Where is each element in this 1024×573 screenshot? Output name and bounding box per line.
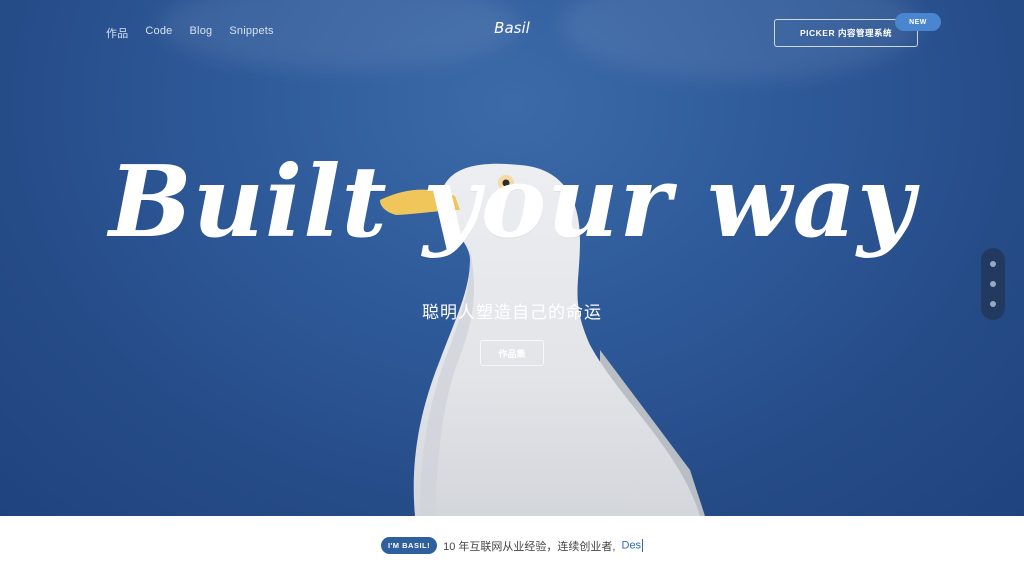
- section-dot-2[interactable]: [990, 281, 996, 287]
- basil-badge: I'M BASIL!: [380, 537, 438, 554]
- hero-headline: Built your way: [108, 145, 916, 260]
- hero-section: 作品 Code Blog Snippets Basil PICKER 内容管理系…: [0, 0, 1024, 516]
- typing-value: Des: [621, 539, 642, 552]
- section-dot-3[interactable]: [990, 301, 996, 307]
- intro-line: I'M BASIL! 10 年互联网从业经验，连续创业者, Des: [0, 537, 1024, 554]
- intro-text: 10 年互联网从业经验，连续创业者,: [443, 540, 616, 553]
- new-badge: NEW: [895, 13, 941, 31]
- portfolio-button[interactable]: 作品集: [480, 340, 544, 366]
- section-dot-1[interactable]: [990, 261, 996, 267]
- hero-subtitle: 聪明人塑造自己的命运: [422, 303, 602, 322]
- text-cursor: [642, 539, 644, 552]
- intro-bar: I'M BASIL! 10 年互联网从业经验，连续创业者, Des: [0, 516, 1024, 573]
- section-nav: [981, 248, 1005, 320]
- typing-text: Des: [622, 539, 644, 552]
